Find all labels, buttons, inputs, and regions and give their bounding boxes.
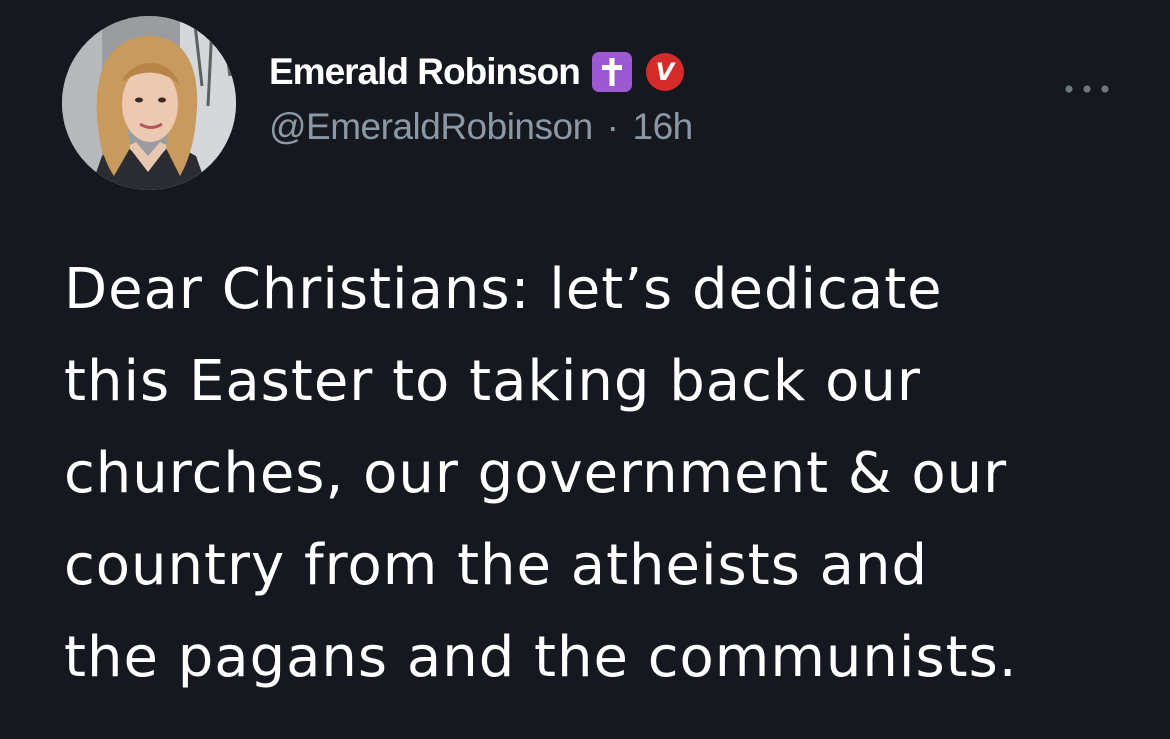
handle-row: @EmeraldRobinson · 16h [269, 106, 1130, 148]
tweet-header: Emerald Robinson V @EmeraldRobinson · 16… [269, 46, 1130, 148]
name-row: Emerald Robinson V [269, 46, 1130, 98]
ellipsis-icon [1065, 85, 1109, 93]
display-name[interactable]: Emerald Robinson [269, 51, 581, 93]
avatar[interactable] [62, 16, 236, 190]
verified-badge-icon: V [645, 53, 684, 91]
timestamp[interactable]: 16h [633, 106, 694, 148]
separator: · [606, 106, 619, 147]
latin-cross-icon [591, 52, 632, 92]
avatar-photo [62, 16, 236, 190]
tweet-card: Emerald Robinson V @EmeraldRobinson · 16… [0, 0, 1170, 739]
user-handle[interactable]: @EmeraldRobinson [269, 106, 593, 148]
more-options-button[interactable] [1052, 72, 1122, 106]
tweet-text: Dear Christians: let’s dedicate this Eas… [64, 257, 1018, 690]
